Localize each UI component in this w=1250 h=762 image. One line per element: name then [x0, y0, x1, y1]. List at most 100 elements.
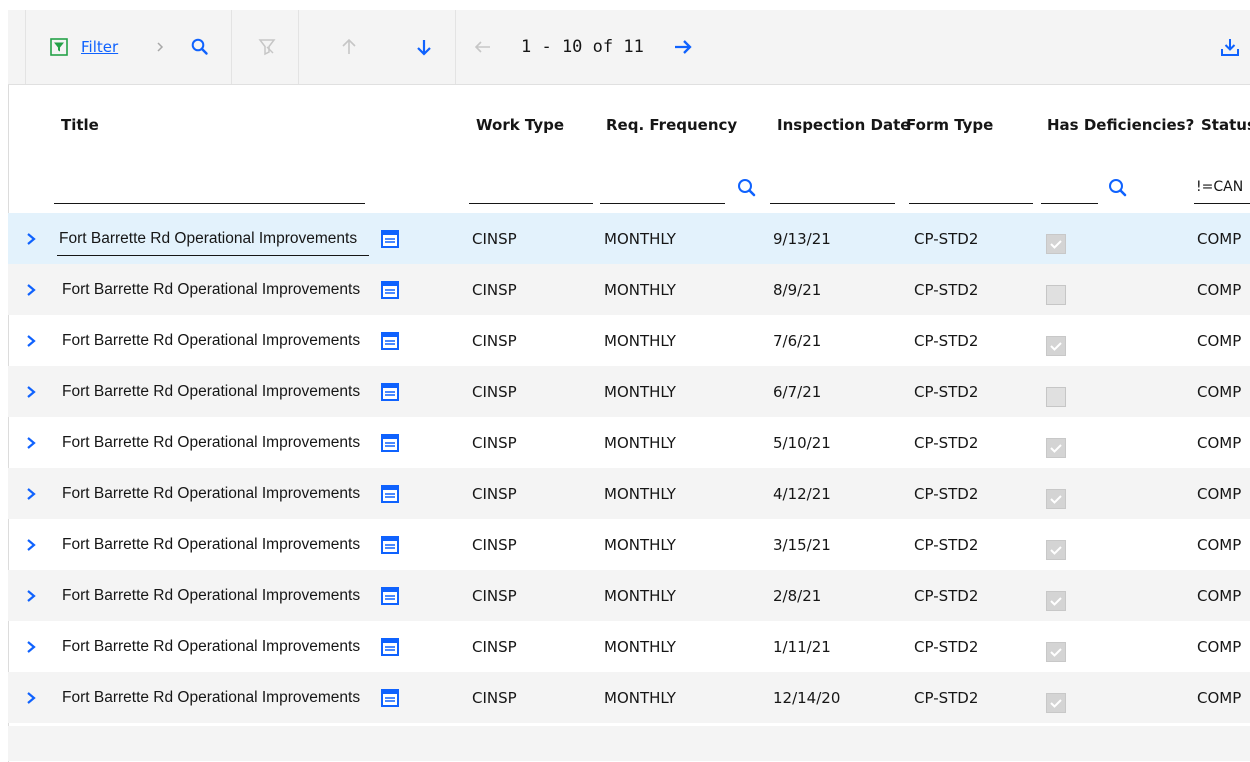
frequency-cell: MONTHLY [604, 535, 676, 554]
inspection-date-filter-input[interactable] [770, 203, 895, 204]
chevron-right-icon[interactable] [25, 264, 37, 315]
has-deficiencies-checkbox [1046, 387, 1066, 407]
search-icon[interactable] [736, 177, 758, 203]
toolbar-divider [455, 10, 456, 84]
toolbar-divider [298, 10, 299, 84]
inspection-date-cell: 4/12/21 [773, 484, 831, 503]
inspection-date-cell: 12/14/20 [773, 688, 841, 707]
title-cell[interactable]: Fort Barrette Rd Operational Improvement… [62, 672, 367, 723]
details-icon[interactable] [381, 519, 399, 570]
details-icon[interactable] [381, 417, 399, 468]
search-icon[interactable] [190, 10, 210, 84]
work-type-cell: CINSP [472, 637, 517, 656]
filter-link[interactable]: Filter [81, 38, 118, 56]
status-filter-value[interactable]: !=CAN [1196, 179, 1243, 195]
frequency-cell: MONTHLY [604, 586, 676, 605]
search-icon[interactable] [1107, 177, 1129, 203]
status-cell: COMP [1197, 280, 1242, 299]
clear-filter-icon[interactable] [258, 10, 276, 84]
title-cell[interactable]: Fort Barrette Rd Operational Improvement… [62, 315, 367, 366]
arrow-down-icon[interactable] [416, 10, 432, 84]
work-type-cell: CINSP [472, 382, 517, 401]
details-icon[interactable] [381, 366, 399, 417]
has-deficiencies-checkbox [1046, 234, 1066, 254]
table-toolbar: Filter 1 - 10 of 11 [8, 10, 1250, 85]
table-row[interactable]: Fort Barrette Rd Operational Improvement… [8, 213, 1250, 264]
filter-icon[interactable] [50, 10, 68, 84]
title-cell[interactable]: Fort Barrette Rd Operational Improvement… [62, 264, 367, 315]
table-row[interactable]: Fort Barrette Rd Operational Improvement… [8, 570, 1250, 621]
form-type-cell: CP-STD2 [914, 637, 979, 656]
title-cell[interactable]: Fort Barrette Rd Operational Improvement… [62, 366, 367, 417]
inspection-date-cell: 8/9/21 [773, 280, 822, 299]
chevron-right-icon[interactable] [25, 570, 37, 621]
table-row[interactable]: Fort Barrette Rd Operational Improvement… [8, 519, 1250, 570]
work-type-filter-input[interactable] [469, 203, 593, 204]
details-icon[interactable] [381, 213, 399, 264]
chevron-right-icon[interactable] [25, 417, 37, 468]
form-type-cell: CP-STD2 [914, 382, 979, 401]
has-deficiencies-filter-input[interactable] [1041, 203, 1098, 204]
table-row[interactable]: Fort Barrette Rd Operational Improvement… [8, 417, 1250, 468]
details-icon[interactable] [381, 672, 399, 723]
chevron-right-icon[interactable] [25, 213, 37, 264]
arrow-up-icon[interactable] [341, 10, 357, 84]
column-header-status[interactable]: Status [1201, 116, 1250, 134]
frequency-cell: MONTHLY [604, 433, 676, 452]
chevron-right-icon [154, 10, 166, 84]
download-icon[interactable] [1220, 10, 1240, 84]
column-header-work-type[interactable]: Work Type [476, 116, 564, 134]
status-cell: COMP [1197, 331, 1242, 350]
column-header-title[interactable]: Title [61, 116, 99, 134]
chevron-right-icon[interactable] [25, 519, 37, 570]
work-type-cell: CINSP [472, 229, 517, 248]
title-cell[interactable]: Fort Barrette Rd Operational Improvement… [62, 570, 367, 621]
inspection-date-cell: 6/7/21 [773, 382, 822, 401]
work-type-cell: CINSP [472, 586, 517, 605]
table-row[interactable]: Fort Barrette Rd Operational Improvement… [8, 468, 1250, 519]
column-header-req-frequency[interactable]: Req. Frequency [606, 116, 737, 134]
title-input-underline [57, 255, 369, 256]
table-row[interactable]: Fort Barrette Rd Operational Improvement… [8, 621, 1250, 672]
title-cell[interactable]: Fort Barrette Rd Operational Improvement… [62, 468, 367, 519]
form-type-cell: CP-STD2 [914, 280, 979, 299]
table-row[interactable]: Fort Barrette Rd Operational Improvement… [8, 264, 1250, 315]
form-type-filter-input[interactable] [909, 203, 1033, 204]
has-deficiencies-checkbox [1046, 693, 1066, 713]
table-row[interactable]: Fort Barrette Rd Operational Improvement… [8, 315, 1250, 366]
req-frequency-filter-input[interactable] [600, 203, 725, 204]
column-header-inspection-date[interactable]: Inspection Date [777, 116, 910, 134]
column-header-form-type[interactable]: Form Type [906, 116, 993, 134]
title-filter-input[interactable] [54, 203, 365, 204]
chevron-right-icon[interactable] [25, 315, 37, 366]
has-deficiencies-checkbox [1046, 540, 1066, 560]
chevron-right-icon[interactable] [25, 672, 37, 723]
inspection-date-cell: 5/10/21 [773, 433, 831, 452]
details-icon[interactable] [381, 264, 399, 315]
title-cell[interactable]: Fort Barrette Rd Operational Improvement… [62, 621, 367, 672]
arrow-right-icon[interactable] [673, 10, 693, 84]
chevron-right-icon[interactable] [25, 366, 37, 417]
chevron-right-icon[interactable] [25, 621, 37, 672]
chevron-right-icon[interactable] [25, 468, 37, 519]
table-row[interactable]: Fort Barrette Rd Operational Improvement… [8, 366, 1250, 417]
status-cell: COMP [1197, 688, 1242, 707]
title-cell[interactable]: Fort Barrette Rd Operational Improvement… [62, 519, 367, 570]
frequency-cell: MONTHLY [604, 637, 676, 656]
details-icon[interactable] [381, 570, 399, 621]
details-icon[interactable] [381, 315, 399, 366]
inspection-date-cell: 2/8/21 [773, 586, 822, 605]
status-filter-input[interactable] [1194, 203, 1250, 204]
details-icon[interactable] [381, 621, 399, 672]
status-cell: COMP [1197, 433, 1242, 452]
details-icon[interactable] [381, 468, 399, 519]
column-header-has-deficiencies[interactable]: Has Deficiencies? [1047, 116, 1194, 134]
status-cell: COMP [1197, 484, 1242, 503]
table-row[interactable]: Fort Barrette Rd Operational Improvement… [8, 672, 1250, 723]
title-cell[interactable]: Fort Barrette Rd Operational Improvement… [59, 213, 368, 264]
form-type-cell: CP-STD2 [914, 433, 979, 452]
toolbar-divider [231, 10, 232, 84]
title-cell[interactable]: Fort Barrette Rd Operational Improvement… [62, 417, 367, 468]
arrow-left-icon[interactable] [474, 10, 492, 84]
has-deficiencies-checkbox [1046, 642, 1066, 662]
